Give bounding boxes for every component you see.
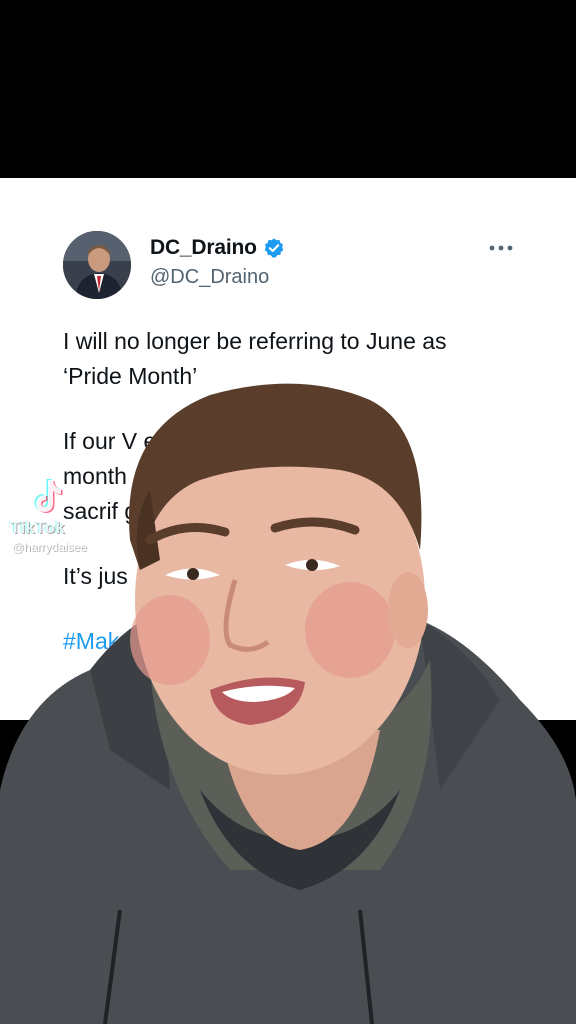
more-options-icon[interactable] — [486, 238, 516, 258]
author-handle[interactable]: @DC_Draino — [150, 266, 285, 289]
tiktok-wordmark: TikTok — [10, 518, 66, 537]
author-name-row: DC_Draino — [150, 236, 285, 260]
tiktok-watermark: TikTok @harrydaisee — [10, 476, 130, 566]
creator-video-overlay — [0, 383, 576, 1024]
avatar-image — [63, 231, 131, 299]
video-frame: DC_Draino @DC_Draino I will no longer be… — [0, 0, 576, 1024]
author-avatar[interactable] — [63, 231, 131, 299]
author-name[interactable]: DC_Draino — [150, 236, 257, 260]
tiktok-logo-icon — [34, 479, 63, 513]
verified-badge-icon — [264, 238, 284, 258]
creator-username: @harrydaisee — [12, 540, 87, 554]
tweet-author: DC_Draino @DC_Draino — [150, 236, 285, 289]
